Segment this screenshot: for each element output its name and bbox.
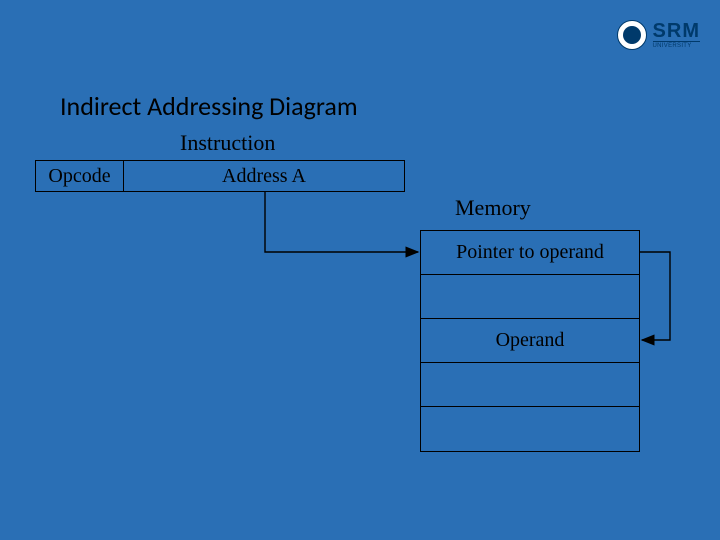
- logo-brand: SRM: [653, 21, 700, 41]
- memory-box: Pointer to operand Operand: [420, 230, 640, 452]
- srm-logo: SRM UNIVERSITY: [617, 20, 700, 50]
- logo-subtitle: UNIVERSITY: [653, 41, 700, 49]
- instruction-label: Instruction: [180, 130, 275, 156]
- memory-row: [421, 363, 639, 407]
- logo-seal-icon: [617, 20, 647, 50]
- memory-label: Memory: [455, 195, 531, 221]
- memory-row: [421, 407, 639, 451]
- instruction-box: Opcode Address A: [35, 160, 405, 192]
- slide-title: Indirect Addressing Diagram: [60, 90, 358, 122]
- memory-row: [421, 275, 639, 319]
- address-cell: Address A: [124, 161, 404, 191]
- memory-row: Pointer to operand: [421, 231, 639, 275]
- memory-row: Operand: [421, 319, 639, 363]
- logo-text: SRM UNIVERSITY: [653, 21, 700, 49]
- opcode-cell: Opcode: [36, 161, 124, 191]
